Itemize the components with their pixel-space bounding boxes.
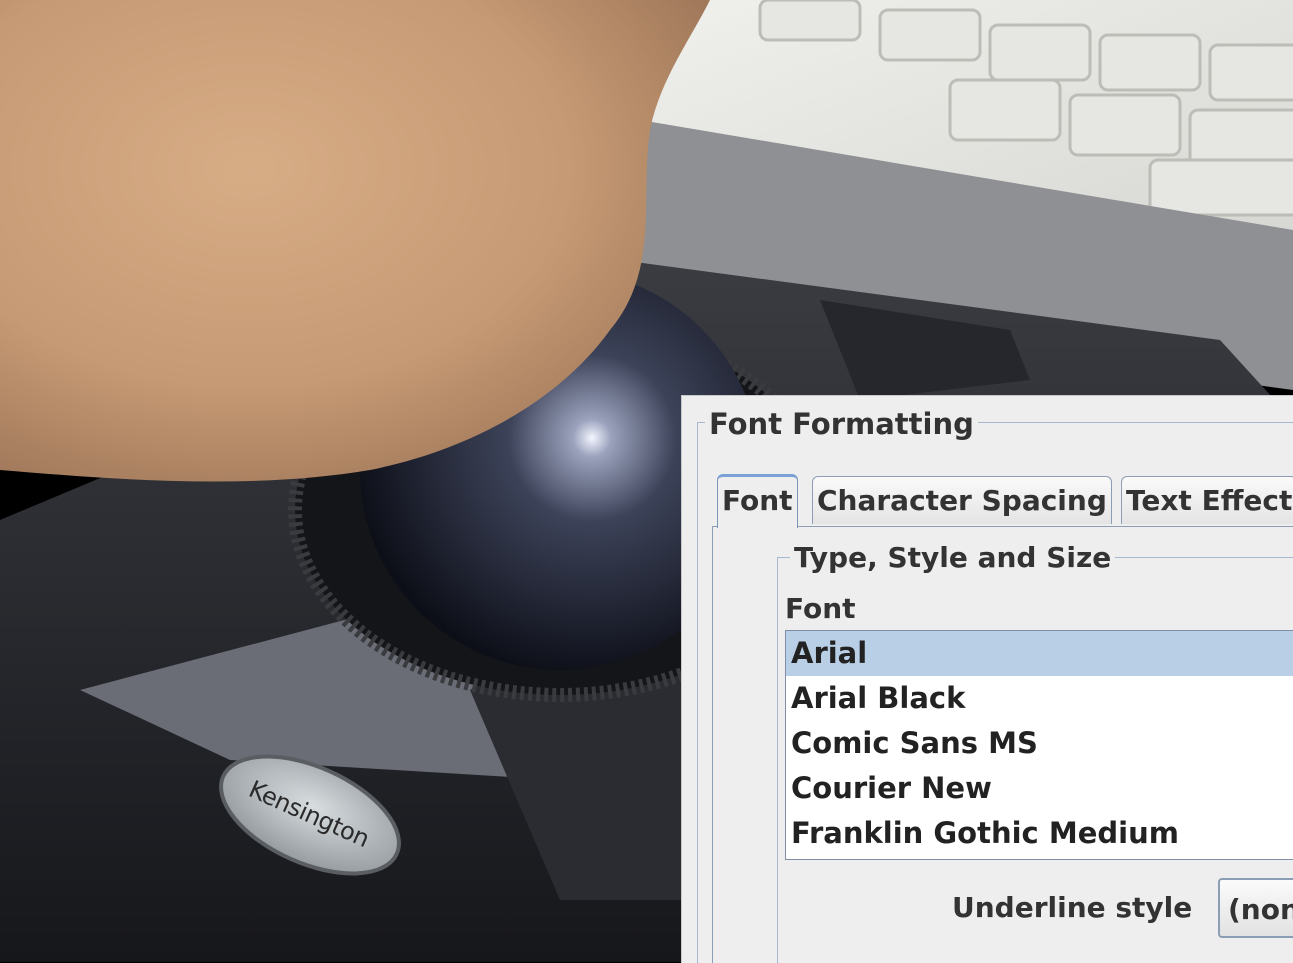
underline-style-select[interactable]: (non [1218, 878, 1293, 938]
font-list-label: Font [785, 592, 856, 625]
font-list-item-courier-new[interactable]: Courier New [786, 766, 1293, 811]
tab-font[interactable]: Font [717, 474, 798, 528]
font-list-item-franklin-gothic-medium[interactable]: Franklin Gothic Medium [786, 811, 1293, 856]
dialog-title: Font Formatting [705, 405, 978, 443]
font-list-item-arial-black[interactable]: Arial Black [786, 676, 1293, 721]
tab-character-spacing[interactable]: Character Spacing [812, 476, 1112, 524]
font-list-item-comic-sans-ms[interactable]: Comic Sans MS [786, 721, 1293, 766]
font-list-item-arial[interactable]: Arial [786, 631, 1293, 676]
underline-style-label: Underline style [952, 891, 1193, 924]
tab-text-effect[interactable]: Text Effect [1121, 476, 1293, 524]
font-list[interactable]: Arial Arial Black Comic Sans MS Courier … [785, 630, 1293, 860]
group-title: Type, Style and Size [790, 540, 1116, 576]
